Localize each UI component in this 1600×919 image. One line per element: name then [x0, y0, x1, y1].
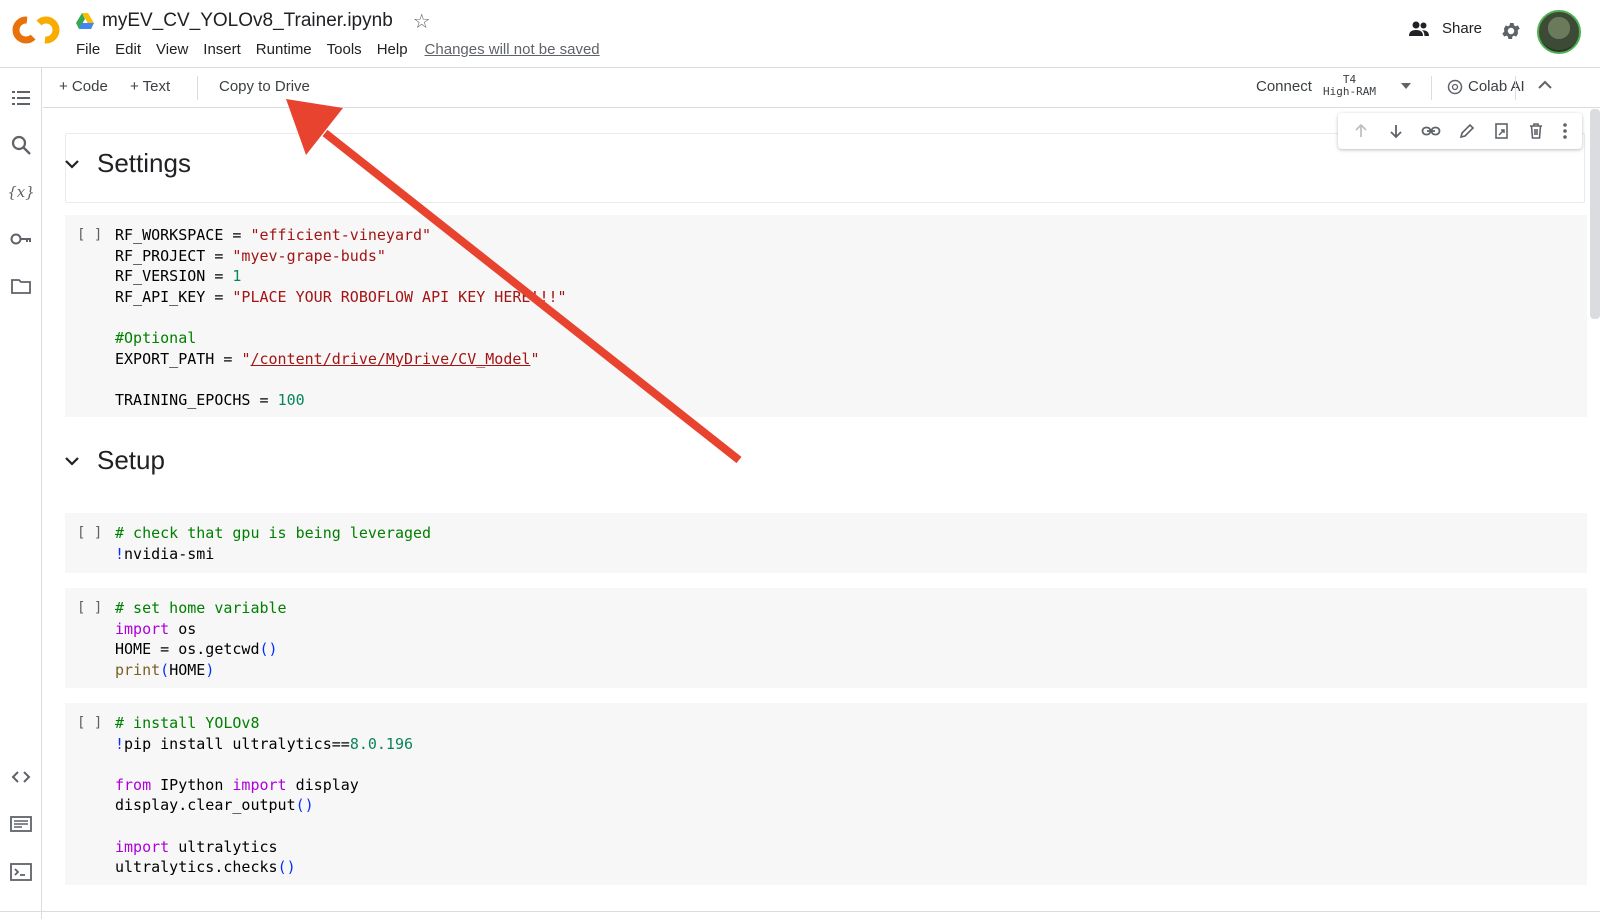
left-sidebar: {x}	[0, 68, 42, 919]
star-icon[interactable]: ☆	[413, 9, 431, 34]
toolbar-divider	[197, 76, 198, 100]
menu-insert[interactable]: Insert	[203, 41, 241, 58]
divider	[0, 911, 1600, 912]
code-cell-gpu-check[interactable]: [ ] # check that gpu is being leveraged …	[65, 513, 1587, 573]
people-icon	[1409, 21, 1429, 36]
code-snippets-icon[interactable]	[9, 765, 33, 789]
account-avatar[interactable]	[1537, 10, 1581, 54]
run-cell-button[interactable]: [ ]	[77, 600, 102, 616]
copy-to-drive-button[interactable]: Copy to Drive	[219, 78, 310, 95]
svg-text:{x}: {x}	[9, 183, 33, 201]
code-cell-settings[interactable]: [ ] RF_WORKSPACE = "efficient-vineyard" …	[65, 215, 1587, 417]
link-icon[interactable]	[1421, 122, 1441, 140]
code-cell-install-yolov8[interactable]: [ ] # install YOLOv8 !pip install ultral…	[65, 703, 1587, 885]
search-icon[interactable]	[9, 133, 33, 157]
add-text-button[interactable]: + Text	[130, 78, 170, 95]
run-cell-button[interactable]: [ ]	[77, 715, 102, 731]
menu-view[interactable]: View	[156, 41, 188, 58]
chevron-up-icon[interactable]	[1538, 80, 1552, 90]
google-drive-icon	[76, 13, 94, 29]
run-cell-button[interactable]: [ ]	[77, 227, 102, 243]
add-code-button[interactable]: + Code	[59, 78, 108, 95]
runtime-ram: High-RAM	[1323, 85, 1376, 98]
connect-button[interactable]: Connect	[1256, 78, 1312, 95]
toolbar-divider	[1515, 76, 1516, 100]
secrets-key-icon[interactable]	[9, 227, 33, 251]
section-heading-setup: Setup	[97, 445, 165, 475]
command-palette-icon[interactable]	[9, 812, 33, 836]
section-setup[interactable]: Setup	[65, 445, 165, 476]
notebook-title[interactable]: myEV_CV_YOLOv8_Trainer.ipynb	[102, 10, 393, 32]
code-cell-home-variable[interactable]: [ ] # set home variable import os HOME =…	[65, 588, 1587, 688]
colab-ai-icon	[1447, 79, 1463, 94]
edit-pencil-icon[interactable]	[1458, 122, 1476, 140]
notebook-toolbar: + Code + Text Copy to Drive Connect T4 H…	[43, 68, 1600, 108]
files-folder-icon[interactable]	[9, 274, 33, 298]
colab-ai-button[interactable]: Colab AI	[1447, 78, 1525, 95]
variables-icon[interactable]: {x}	[9, 180, 33, 204]
menu-file[interactable]: File	[76, 41, 100, 58]
gear-icon[interactable]	[1500, 20, 1522, 42]
cell-action-toolbar	[1338, 113, 1582, 149]
scrollbar[interactable]	[1590, 109, 1600, 319]
run-cell-button[interactable]: [ ]	[77, 525, 102, 541]
delete-icon[interactable]	[1527, 122, 1545, 140]
terminal-icon[interactable]	[9, 860, 33, 884]
mirror-cell-icon[interactable]	[1493, 122, 1511, 140]
section-settings[interactable]: Settings	[65, 148, 191, 179]
menu-runtime[interactable]: Runtime	[256, 41, 312, 58]
code-editor[interactable]: # check that gpu is being leveraged !nvi…	[115, 523, 431, 564]
share-label: Share	[1442, 20, 1483, 37]
menu-help[interactable]: Help	[377, 41, 408, 58]
table-of-contents-icon[interactable]	[9, 86, 33, 110]
move-down-icon[interactable]	[1387, 122, 1405, 140]
colab-ai-label: Colab AI	[1468, 78, 1525, 95]
colab-logo[interactable]	[12, 14, 60, 46]
unsaved-notice-link[interactable]: Changes will not be saved	[425, 41, 600, 58]
menu-edit[interactable]: Edit	[115, 41, 141, 58]
menu-bar: File Edit View Insert Runtime Tools Help…	[76, 41, 615, 58]
chevron-down-icon[interactable]	[65, 456, 79, 466]
code-editor[interactable]: # install YOLOv8 !pip install ultralytic…	[115, 713, 413, 878]
share-button[interactable]: Share	[1408, 20, 1482, 37]
section-heading-settings: Settings	[97, 148, 191, 178]
chevron-down-icon[interactable]	[65, 159, 79, 169]
move-up-icon[interactable]	[1352, 122, 1370, 140]
toolbar-divider	[1431, 76, 1432, 100]
code-editor[interactable]: # set home variable import os HOME = os.…	[115, 598, 287, 680]
more-options-icon[interactable]	[1562, 122, 1568, 140]
code-editor[interactable]: RF_WORKSPACE = "efficient-vineyard" RF_P…	[115, 225, 567, 410]
chevron-down-icon[interactable]	[1400, 82, 1412, 90]
menu-tools[interactable]: Tools	[327, 41, 362, 58]
app-header: myEV_CV_YOLOv8_Trainer.ipynb ☆ File Edit…	[0, 0, 1600, 68]
runtime-indicator[interactable]: T4 High-RAM	[1323, 74, 1376, 98]
